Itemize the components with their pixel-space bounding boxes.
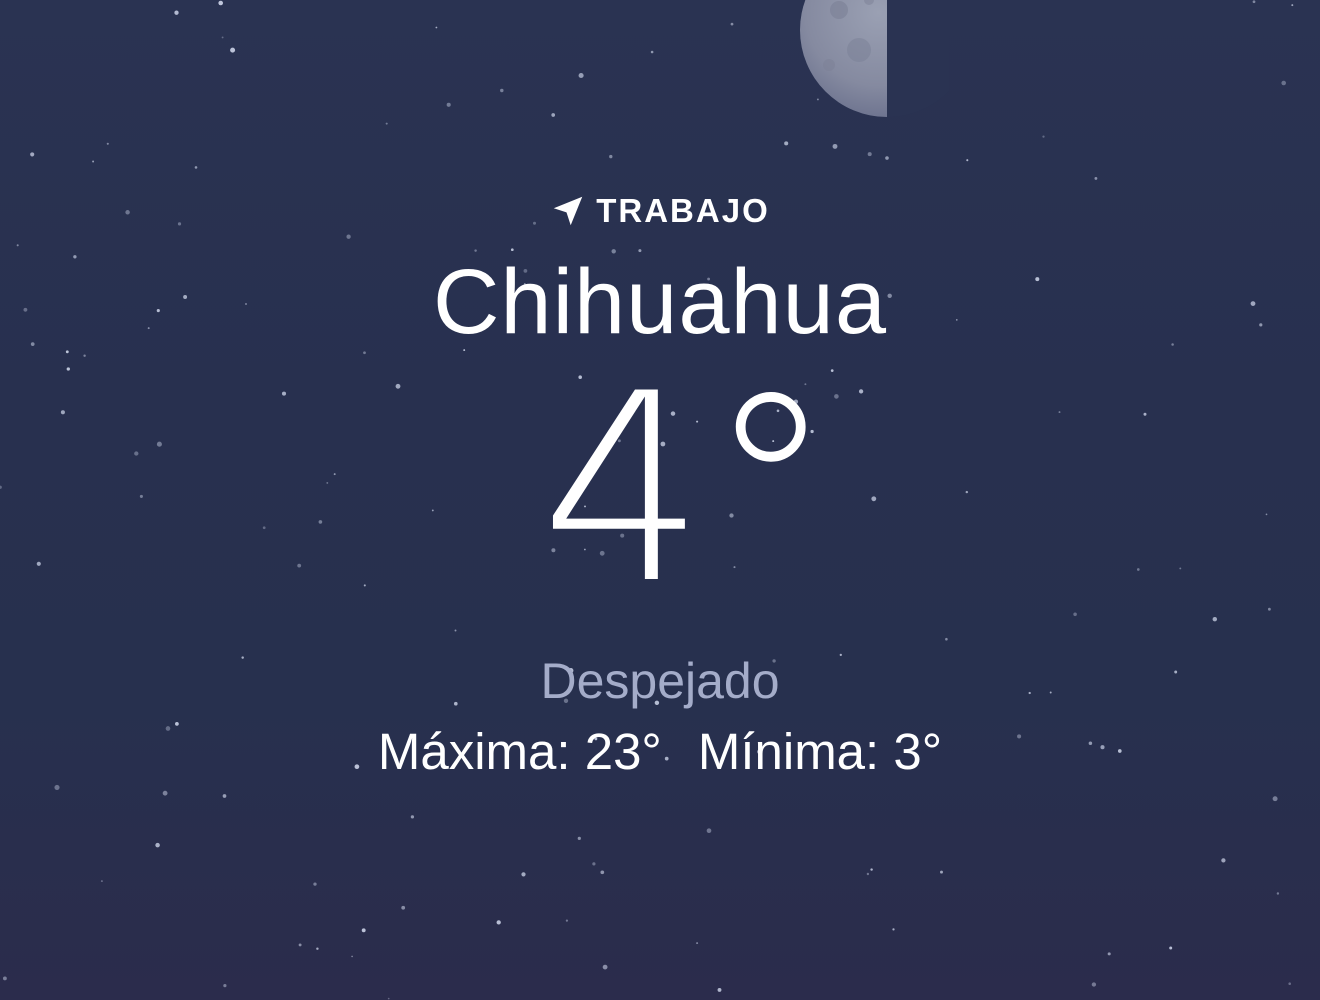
star (194, 166, 198, 169)
star (223, 984, 227, 988)
star (945, 637, 948, 641)
star (866, 872, 870, 876)
current-temperature: 4° (540, 339, 836, 641)
star (1288, 982, 1291, 985)
star (565, 919, 569, 922)
star (1291, 4, 1294, 7)
star (500, 88, 504, 93)
star (16, 244, 19, 247)
star (551, 113, 556, 117)
star (92, 160, 95, 163)
star (832, 143, 838, 149)
star (706, 828, 712, 834)
star (221, 36, 224, 39)
star (222, 794, 227, 798)
star (454, 629, 457, 632)
star (155, 842, 160, 848)
star (600, 870, 605, 875)
star (316, 947, 319, 950)
star (885, 156, 889, 160)
star (346, 234, 351, 239)
star (30, 152, 35, 157)
star (696, 942, 699, 945)
star (1272, 796, 1278, 802)
star (1107, 952, 1111, 956)
temperature-range: Máxima: 23° Mínima: 3° (0, 722, 1320, 781)
star (1276, 892, 1280, 895)
star (730, 22, 734, 26)
star (1042, 135, 1045, 138)
star (521, 872, 526, 877)
location-label: TRABAJO (596, 192, 770, 229)
star (578, 72, 584, 79)
star (174, 10, 179, 15)
star (435, 26, 438, 29)
star (592, 862, 596, 866)
star (385, 122, 388, 125)
min-temperature: Mínima: 3° (697, 723, 943, 780)
star (1252, 0, 1256, 4)
star (1169, 946, 1173, 950)
star (892, 928, 895, 931)
star (870, 868, 873, 871)
star (1281, 80, 1286, 86)
star (784, 141, 789, 146)
star (298, 943, 302, 947)
star (410, 815, 415, 819)
star (717, 987, 722, 992)
star (361, 928, 366, 933)
star (966, 159, 969, 162)
star (387, 997, 390, 1000)
star (496, 920, 501, 925)
star (609, 154, 613, 159)
star (602, 964, 608, 970)
star (230, 47, 236, 53)
star (1091, 982, 1097, 987)
max-temperature: Máxima: 23° (377, 723, 662, 780)
location-header: TRABAJO (0, 192, 1320, 230)
star (313, 882, 317, 886)
half-moon-icon (800, 0, 949, 117)
star (867, 152, 872, 157)
star (1094, 176, 1098, 180)
star (940, 870, 943, 874)
star (1221, 858, 1226, 863)
star (2, 976, 7, 981)
star (106, 142, 109, 145)
star (577, 836, 581, 841)
star (650, 50, 654, 54)
star (446, 102, 451, 107)
location-arrow-icon (553, 196, 583, 226)
star (54, 784, 60, 790)
star (351, 955, 353, 958)
star (218, 0, 224, 6)
star (100, 880, 103, 883)
star (401, 905, 406, 910)
weather-condition: Despejado (540, 653, 780, 709)
star (162, 790, 168, 796)
